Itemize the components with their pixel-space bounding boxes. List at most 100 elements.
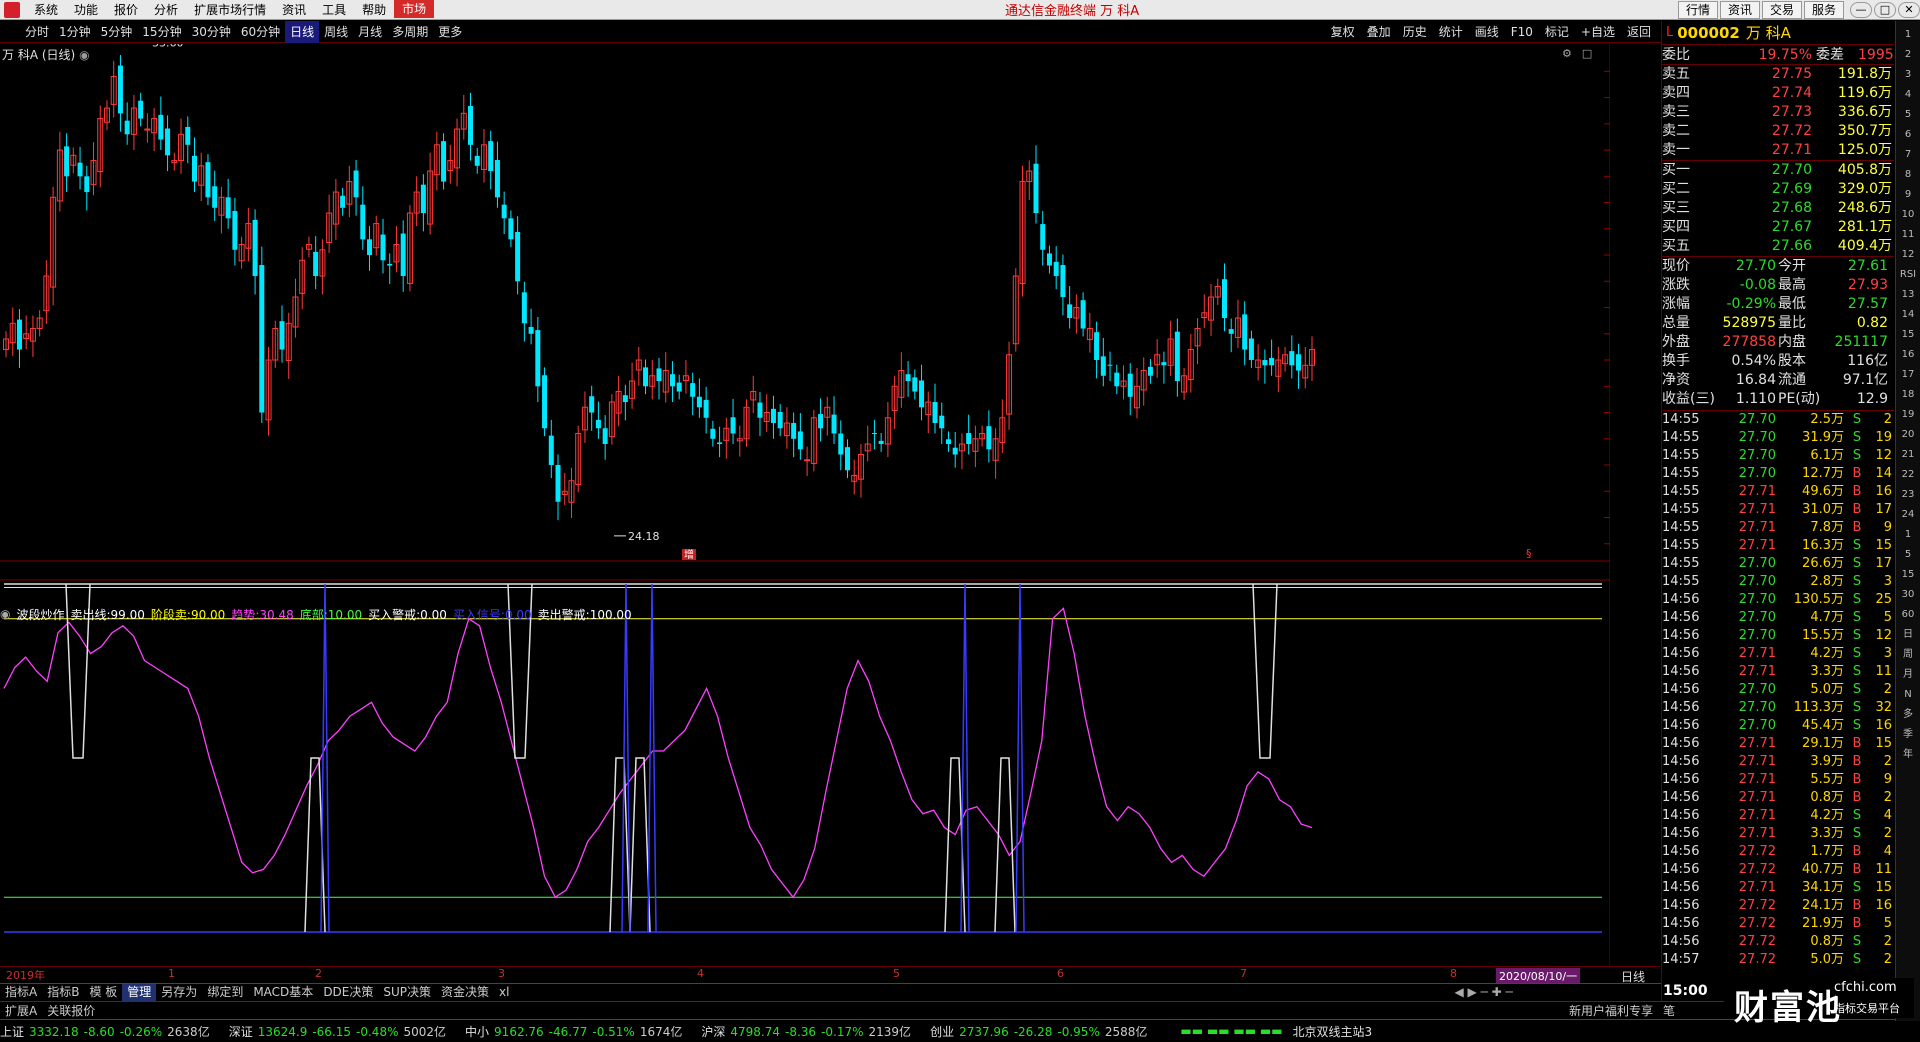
sidebar-tool-1-icon[interactable]: 2 — [1899, 47, 1917, 63]
sidebar-tool-22-icon[interactable]: 22 — [1899, 467, 1917, 483]
indicator-tab-3[interactable]: 管理 — [122, 983, 157, 1001]
sidebar-tool-16-icon[interactable]: 16 — [1899, 347, 1917, 363]
toolbar-button-8[interactable]: 返回 — [1621, 21, 1657, 43]
period-tab-6[interactable]: 日线 — [285, 20, 320, 43]
sidebar-tool-9-icon[interactable]: 10 — [1899, 207, 1917, 223]
sidebar-tool-29-icon[interactable]: 60 — [1899, 607, 1917, 623]
chart-close-icon[interactable]: □ — [1582, 47, 1592, 60]
server-label[interactable]: 北京双线主站3 — [1293, 1023, 1373, 1040]
stock-code[interactable]: 000002 — [1677, 24, 1740, 42]
sidebar-tool-20-icon[interactable]: 20 — [1899, 427, 1917, 443]
index-1[interactable]: 深证 13624.9 -66.15 -0.48% 5002亿 — [229, 1023, 451, 1040]
indicator-tab-9[interactable]: 资金决策 — [436, 984, 494, 1001]
period-tab-0[interactable]: 分时 — [20, 21, 54, 43]
period-tab-1[interactable]: 1分钟 — [54, 21, 96, 43]
period-tab-7[interactable]: 周线 — [319, 21, 353, 43]
sidebar-tool-28-icon[interactable]: 30 — [1899, 587, 1917, 603]
sidebar-tool-33-icon[interactable]: N — [1899, 687, 1917, 703]
sidebar-tool-18-icon[interactable]: 18 — [1899, 387, 1917, 403]
sidebar-tool-17-icon[interactable]: 17 — [1899, 367, 1917, 383]
sidebar-tool-0-icon[interactable]: 1 — [1899, 27, 1917, 43]
indicator-tab-7[interactable]: DDE决策 — [318, 984, 378, 1001]
sidebar-tool-13-icon[interactable]: 13 — [1899, 287, 1917, 303]
sidebar-tool-8-icon[interactable]: 9 — [1899, 187, 1917, 203]
indicator-tab-10[interactable]: xl — [494, 984, 514, 1001]
tick-list[interactable]: 14:55 27.70 2.5万 S 2 14:55 27.70 31.9万 S 19 14:55 2… — [1662, 410, 1894, 969]
toolbar-button-7[interactable]: +自选 — [1575, 21, 1621, 43]
scroll-icons[interactable]: ◀ ▶ ─ ✚ ─ — [1454, 985, 1512, 999]
indicator-tab-2[interactable]: 模 板 — [84, 984, 122, 1001]
indicator-toggle-icon[interactable]: ◉ — [0, 607, 10, 621]
menu-item-3[interactable]: 分析 — [146, 0, 186, 20]
sidebar-tool-3-icon[interactable]: 4 — [1899, 87, 1917, 103]
sidebar-tool-34-icon[interactable]: 多 — [1899, 707, 1917, 723]
toolbar-button-6[interactable]: 标记 — [1539, 21, 1575, 43]
index-0[interactable]: 上证 3332.18 -8.60 -0.26% 2638亿 — [0, 1023, 215, 1040]
sidebar-tool-6-icon[interactable]: 7 — [1899, 147, 1917, 163]
maximize-icon[interactable]: □ — [1874, 1, 1896, 18]
settings-icon[interactable]: ⚙ — [1562, 47, 1572, 60]
period-tab-5[interactable]: 60分钟 — [236, 21, 285, 43]
toolbar-button-1[interactable]: 叠加 — [1361, 21, 1397, 43]
period-tab-4[interactable]: 30分钟 — [187, 21, 236, 43]
index-4[interactable]: 创业 2737.96 -26.28 -0.95% 2588亿 — [930, 1023, 1152, 1040]
sidebar-tool-26-icon[interactable]: 5 — [1899, 547, 1917, 563]
period-tab-2[interactable]: 5分钟 — [96, 21, 138, 43]
toolbar-button-5[interactable]: F10 — [1505, 21, 1539, 43]
menu-item-5[interactable]: 资讯 — [274, 0, 314, 20]
menu-item-1[interactable]: 功能 — [66, 0, 106, 20]
menu-item-0[interactable]: 系统 — [26, 0, 66, 20]
sidebar-tool-35-icon[interactable]: 季 — [1899, 727, 1917, 743]
menu-item-2[interactable]: 报价 — [106, 0, 146, 20]
sidebar-tool-14-icon[interactable]: 14 — [1899, 307, 1917, 323]
sidebar-tool-15-icon[interactable]: 15 — [1899, 327, 1917, 343]
indicator-tab-5[interactable]: 绑定到 — [202, 984, 248, 1001]
sidebar-tool-12-icon[interactable]: RSI — [1899, 267, 1917, 283]
period-tab-10[interactable]: 更多 — [433, 21, 467, 43]
menu-item-7[interactable]: 帮助 — [354, 0, 394, 20]
candlestick-chart[interactable]: 33.0032.5032.0031.5031.0030.5030.0029.50… — [0, 44, 1610, 966]
indicator-tab-8[interactable]: SUP决策 — [378, 984, 436, 1001]
ext-button-1[interactable]: 关联报价 — [42, 1002, 100, 1019]
indicator-name[interactable]: 波段炒作 — [16, 606, 64, 623]
close-icon[interactable]: ✕ — [1898, 1, 1920, 18]
indicator-tab-0[interactable]: 指标A — [0, 984, 42, 1001]
menu-item-4[interactable]: 扩展市场行情 — [186, 0, 274, 20]
period-tab-3[interactable]: 15分钟 — [137, 21, 186, 43]
index-3[interactable]: 沪深 4798.74 -8.36 -0.17% 2139亿 — [701, 1023, 916, 1040]
sidebar-tool-31-icon[interactable]: 周 — [1899, 647, 1917, 663]
sidebar-tool-4-icon[interactable]: 5 — [1899, 107, 1917, 123]
minimize-icon[interactable]: — — [1850, 1, 1872, 18]
top-button-2[interactable]: 交易 — [1761, 0, 1802, 19]
period-tab-9[interactable]: 多周期 — [387, 21, 433, 43]
period-tab-8[interactable]: 月线 — [353, 21, 387, 43]
chart-area[interactable]: 33.0032.5032.0031.5031.0030.5030.0029.50… — [0, 44, 1610, 966]
sidebar-tool-30-icon[interactable]: 日 — [1899, 627, 1917, 643]
sidebar-tool-5-icon[interactable]: 6 — [1899, 127, 1917, 143]
sidebar-tool-32-icon[interactable]: 月 — [1899, 667, 1917, 683]
top-button-1[interactable]: 资讯 — [1719, 0, 1760, 19]
top-button-0[interactable]: 行情 — [1677, 0, 1718, 19]
top-button-3[interactable]: 服务 — [1803, 0, 1844, 19]
sidebar-tool-23-icon[interactable]: 23 — [1899, 487, 1917, 503]
sidebar-tool-2-icon[interactable]: 3 — [1899, 67, 1917, 83]
sidebar-tool-19-icon[interactable]: 19 — [1899, 407, 1917, 423]
sidebar-tool-10-icon[interactable]: 11 — [1899, 227, 1917, 243]
menu-item-6[interactable]: 工具 — [314, 0, 354, 20]
toolbar-button-3[interactable]: 统计 — [1433, 21, 1469, 43]
toolbar-button-2[interactable]: 历史 — [1397, 21, 1433, 43]
sidebar-tool-36-icon[interactable]: 年 — [1899, 747, 1917, 763]
sidebar-tool-21-icon[interactable]: 21 — [1899, 447, 1917, 463]
indicator-tab-1[interactable]: 指标B — [42, 984, 84, 1001]
ext-right-1[interactable]: 笔 — [1658, 1002, 1680, 1019]
toolbar-button-4[interactable]: 画线 — [1469, 21, 1505, 43]
index-2[interactable]: 中小 9162.76 -46.77 -0.51% 1674亿 — [465, 1023, 687, 1040]
sidebar-tool-11-icon[interactable]: 12 — [1899, 247, 1917, 263]
ext-right-0[interactable]: 新用户福利专享 — [1564, 1002, 1658, 1019]
sidebar-tool-25-icon[interactable]: 1 — [1899, 527, 1917, 543]
indicator-tab-4[interactable]: 另存为 — [156, 984, 202, 1001]
sidebar-tool-7-icon[interactable]: 8 — [1899, 167, 1917, 183]
toolbar-button-0[interactable]: 复权 — [1325, 21, 1361, 43]
sidebar-tool-24-icon[interactable]: 24 — [1899, 507, 1917, 523]
indicator-tab-6[interactable]: MACD基本 — [248, 984, 318, 1001]
